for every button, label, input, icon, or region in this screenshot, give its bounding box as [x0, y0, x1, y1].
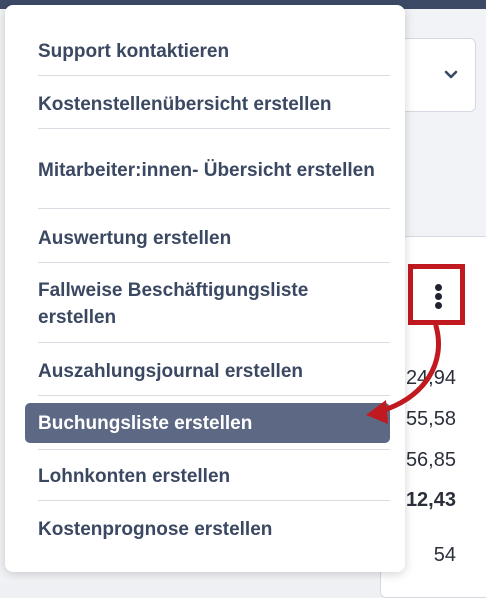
amount-total: 12,43: [405, 489, 456, 511]
menu-item-fallweise-beschaeftigungsliste[interactable]: Fallweise Beschäftigungsliste erstellen: [25, 276, 390, 332]
menu-item-buchungsliste[interactable]: Buchungsliste erstellen: [25, 403, 390, 443]
menu-divider: [38, 342, 390, 343]
menu-divider: [38, 75, 390, 76]
menu-divider: [38, 500, 390, 501]
menu-item-auswertung[interactable]: Auswertung erstellen: [25, 223, 390, 253]
menu-item-lohnkonten[interactable]: Lohnkonten erstellen: [25, 461, 390, 491]
more-options-button[interactable]: [408, 264, 465, 325]
actions-dropdown-menu: Support kontaktieren Kostenstellenübersi…: [5, 5, 405, 572]
menu-divider: [38, 262, 390, 263]
menu-item-support-kontaktieren[interactable]: Support kontaktieren: [25, 36, 390, 66]
menu-item-kostenprognose[interactable]: Kostenprognose erstellen: [25, 514, 390, 544]
menu-divider: [38, 395, 390, 396]
menu-item-auszahlungsjournal[interactable]: Auszahlungsjournal erstellen: [25, 356, 390, 386]
amount-value: 56,85: [405, 449, 456, 471]
chevron-down-icon[interactable]: [440, 64, 462, 86]
menu-divider: [38, 208, 390, 209]
menu-divider: [38, 449, 390, 450]
menu-item-mitarbeiter-uebersicht[interactable]: Mitarbeiter:innen- Übersicht erstellen: [25, 142, 390, 198]
amount-value: 55,58: [405, 408, 456, 430]
amount-value: 54: [433, 544, 456, 566]
menu-item-kostenstellenuebersicht[interactable]: Kostenstellenübersicht erstellen: [25, 89, 390, 119]
menu-divider: [38, 128, 390, 129]
amount-value: 24,94: [405, 367, 456, 389]
